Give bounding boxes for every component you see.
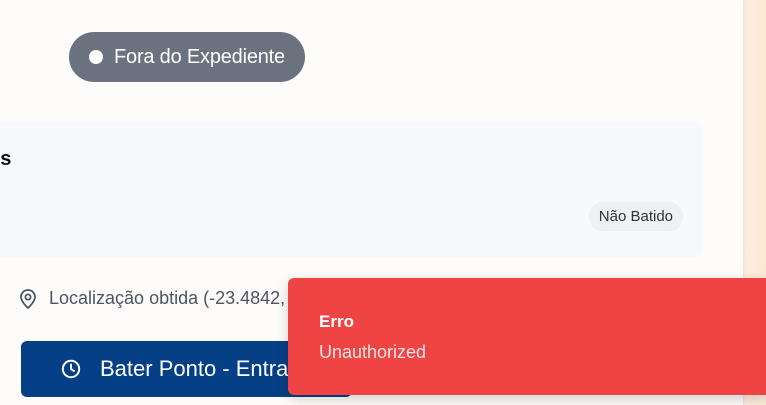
toast-message: Unauthorized	[319, 342, 427, 362]
toast-title: Erro	[319, 312, 354, 331]
status-dot-icon	[89, 50, 103, 64]
map-pin-icon	[20, 288, 36, 309]
status-label: Fora do Expediente	[114, 45, 285, 68]
shift-info-panel: ns Não Batido	[0, 122, 703, 257]
punch-status-badge: Não Batido	[588, 202, 683, 231]
error-toast[interactable]: Erro Unauthorized	[288, 278, 766, 395]
location-status: Localização obtida (-23.4842, -	[19, 288, 296, 309]
panel-title: ns	[0, 148, 12, 170]
status-badge: Fora do Expediente	[69, 32, 305, 82]
punch-button-label: Bater Ponto - Entrada	[100, 356, 313, 381]
clock-icon	[61, 359, 81, 379]
location-text: Localização obtida (-23.4842, -	[49, 288, 297, 308]
